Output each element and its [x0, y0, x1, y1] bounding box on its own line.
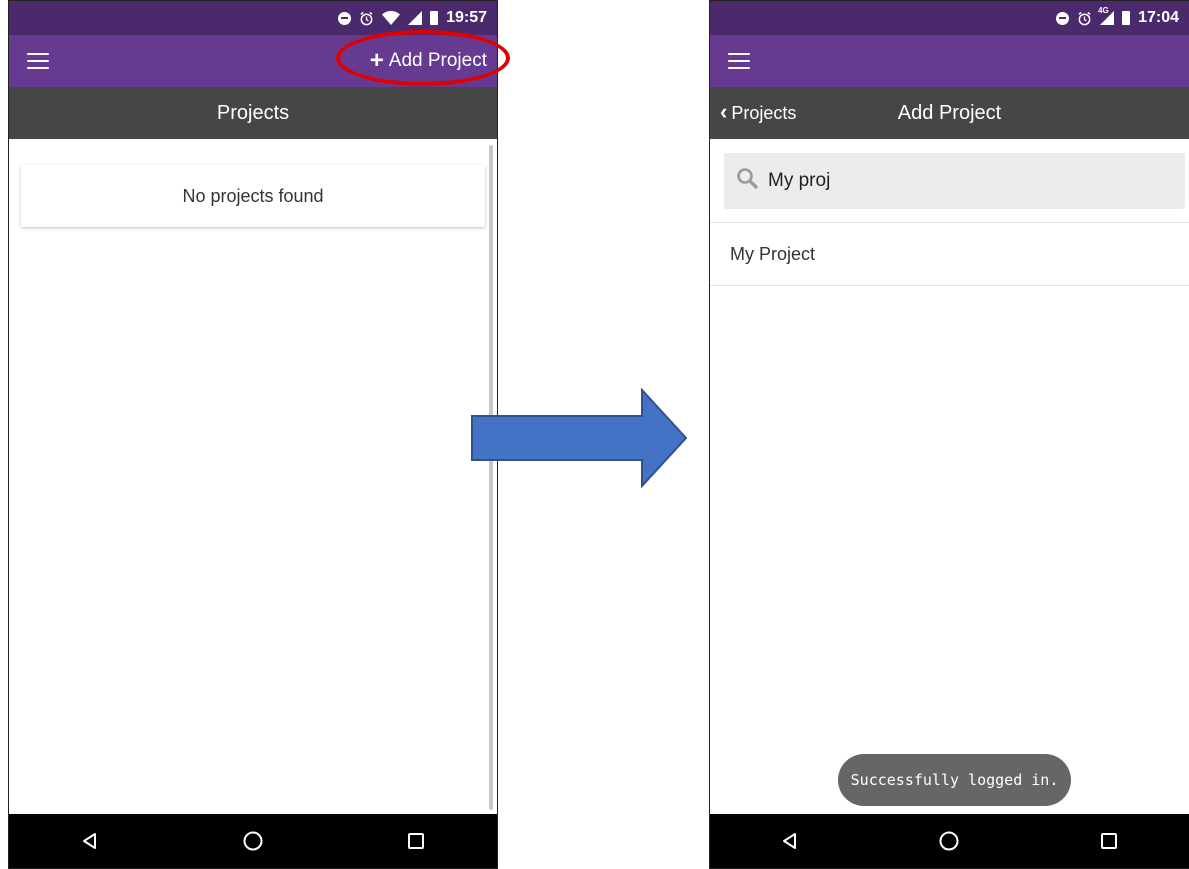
- wifi-icon: [382, 11, 401, 25]
- do-not-disturb-icon: [338, 11, 352, 25]
- phone-screen-add-project: 4G 17:04 ‹ Projects Add Project My proj …: [709, 0, 1189, 869]
- toast-message: Successfully logged in.: [838, 754, 1071, 806]
- alarm-icon: [359, 11, 374, 26]
- chevron-left-icon: ‹: [720, 99, 728, 124]
- search-value: My proj: [768, 170, 831, 191]
- signal-icon: [408, 11, 423, 25]
- status-time: 17:04: [1138, 9, 1179, 26]
- app-bar: [710, 35, 1189, 87]
- signal-icon: 4G: [1098, 6, 1115, 25]
- search-icon: [736, 167, 758, 195]
- empty-message: No projects found: [182, 185, 324, 206]
- alarm-icon: [1077, 11, 1092, 26]
- back-triangle-icon[interactable]: [70, 821, 110, 861]
- highlight-ellipse: [336, 30, 510, 86]
- do-not-disturb-icon: [1056, 11, 1070, 25]
- divider: [710, 285, 1189, 286]
- back-to-projects-link[interactable]: ‹ Projects: [720, 87, 796, 139]
- page-title: Add Project: [897, 101, 1002, 124]
- hamburger-menu-icon[interactable]: [728, 53, 750, 69]
- battery-icon: [430, 11, 439, 25]
- system-nav-bar: [9, 814, 497, 868]
- toast-text: Successfully logged in.: [850, 771, 1059, 789]
- recents-square-icon[interactable]: [1089, 821, 1129, 861]
- status-time: 19:57: [446, 9, 487, 26]
- title-bar: ‹ Projects Add Project: [710, 87, 1189, 139]
- home-circle-icon[interactable]: [929, 821, 969, 861]
- projects-list-area: No projects found: [9, 139, 497, 814]
- system-nav-bar: [710, 814, 1189, 868]
- recents-square-icon[interactable]: [396, 821, 436, 861]
- list-item-label: My Project: [730, 243, 816, 264]
- add-project-area: My proj My Project: [710, 139, 1189, 814]
- list-item[interactable]: My Project: [710, 223, 1189, 285]
- title-bar: Projects: [9, 87, 497, 139]
- phone-screen-projects: 19:57 + Add Project Projects No projects…: [8, 0, 498, 869]
- home-circle-icon[interactable]: [233, 821, 273, 861]
- back-label: Projects: [731, 102, 797, 123]
- back-triangle-icon[interactable]: [770, 821, 810, 861]
- hamburger-menu-icon[interactable]: [27, 53, 49, 69]
- battery-icon: [1122, 11, 1131, 25]
- search-input[interactable]: My proj: [724, 153, 1185, 209]
- empty-state-card: No projects found: [21, 165, 485, 227]
- network-type-label: 4G: [1098, 6, 1109, 15]
- status-bar: 4G 17:04: [710, 1, 1189, 35]
- page-title: Projects: [216, 101, 290, 124]
- transition-arrow-icon: [471, 388, 688, 488]
